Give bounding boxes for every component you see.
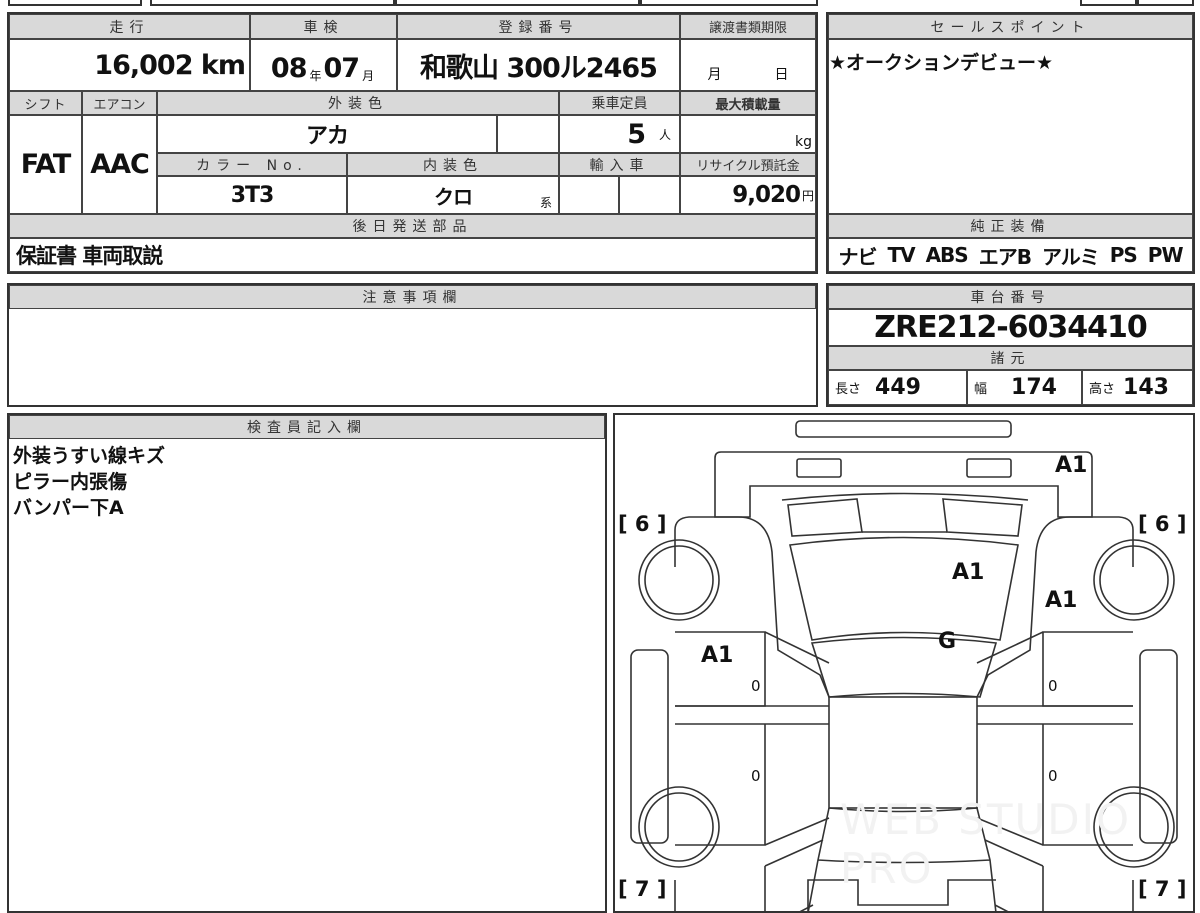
inspector-note: 外装うすい線キズ [13, 445, 166, 467]
interior-color-value: クロ 系 [347, 176, 559, 214]
color-no-header: カラー No. [157, 153, 347, 176]
inspector-note: ピラー内張傷 [13, 471, 128, 493]
equipment-item: エアB [978, 244, 1032, 269]
deadline-day: 日 [774, 67, 789, 83]
month-unit: 月 [362, 69, 374, 83]
max-load-header: 最大積載量 [680, 91, 816, 115]
length-label: 長さ [835, 382, 862, 397]
damage-mark-rear-glass: A1 [952, 560, 985, 585]
mileage-header: 走行 [9, 14, 250, 39]
inspector-notes: 外装うすい線キズ ピラー内張傷 バンパー下A [13, 443, 165, 521]
equipment-item: アルミ [1041, 244, 1100, 269]
chassis-number: ZRE212-6034410 [828, 309, 1193, 346]
inspection-year: 08 [270, 53, 308, 84]
damage-mark-right-quarter: A1 [1045, 588, 1078, 613]
tire-mark: 0 [751, 767, 761, 785]
capacity-header: 乗車定員 [559, 91, 680, 115]
mileage-unit: km [200, 49, 246, 81]
damage-mark-rear-bumper: A1 [1055, 453, 1088, 478]
max-load-value: kg [680, 115, 816, 153]
spec-length: 長さ 449 [828, 370, 967, 405]
top-strip-cell [640, 0, 818, 6]
corner-label-rear-left: [ 7 ] [618, 877, 667, 901]
top-strip-cell [150, 0, 395, 6]
later-parts-header: 後日発送部品 [9, 214, 816, 238]
equipment-header: 純正装備 [828, 214, 1193, 238]
inspection-month: 07 [323, 53, 361, 84]
transfer-deadline-header: 譲渡書類期限 [680, 14, 816, 39]
inspector-panel: 検査員記入欄 外装うすい線キズ ピラー内張傷 バンパー下A [7, 413, 607, 913]
sales-point-panel: セールスポイント ★オークションデビュー★ 純正装備 ナビ TV ABS エアB… [826, 12, 1195, 274]
later-parts-value: 保証書 車両取説 [9, 238, 816, 272]
top-strip-cell [1137, 0, 1194, 6]
equipment-item: PS [1109, 243, 1138, 267]
height-value: 143 [1123, 375, 1169, 400]
spec-height: 高さ 143 [1082, 370, 1193, 405]
spec-width: 幅 174 [967, 370, 1082, 405]
equipment-item: ABS [925, 243, 969, 267]
import-cell-a [559, 176, 619, 214]
height-label: 高さ [1089, 382, 1116, 397]
registration-header: 登録番号 [397, 14, 680, 39]
top-strip-cell [8, 0, 142, 6]
equipment-item: PW [1147, 243, 1184, 267]
length-value: 449 [875, 375, 921, 400]
tire-mark: 0 [1048, 767, 1058, 785]
equipment-item: ナビ [838, 244, 877, 269]
yen-unit: 円 [801, 188, 814, 203]
corner-label-rear-right: [ 7 ] [1138, 877, 1187, 901]
notes-panel: 注意事項欄 [7, 283, 818, 407]
shift-header: シフト [9, 91, 82, 115]
recycle-fee-value: 9,020 円 [680, 176, 816, 214]
corner-label-front-right: [ 6 ] [1138, 512, 1187, 536]
damage-diagram: WEB STUDIO PRO A1 A1 A1 G A1 0 0 0 0 [ 6… [613, 413, 1195, 913]
interior-color-header: 内装色 [347, 153, 559, 176]
import-cell-b [619, 176, 680, 214]
recycle-fee-number: 9,020 [732, 182, 801, 208]
transfer-deadline-value: 月日 [680, 39, 816, 91]
chassis-header: 車台番号 [828, 285, 1193, 309]
exterior-color-extra [497, 115, 559, 153]
equipment-list: ナビ TV ABS エアB アルミ PS PW [828, 238, 1193, 272]
deadline-month: 月 [707, 67, 722, 83]
sales-point-header: セールスポイント [828, 14, 1193, 39]
damage-mark-roof: G [938, 629, 957, 654]
registration-value: 和歌山 300ル2465 [397, 39, 680, 91]
capacity-number: 5 [627, 118, 646, 150]
interior-color-text: クロ [434, 184, 473, 209]
chassis-panel: 車台番号 ZRE212-6034410 諸元 長さ 449 幅 174 高さ 143 [826, 283, 1195, 407]
exterior-color-value: アカ [157, 115, 497, 153]
notes-header: 注意事項欄 [9, 285, 816, 309]
shift-value: FAT [9, 115, 82, 214]
import-header: 輸入車 [559, 153, 680, 176]
damage-mark-left-rear-door: A1 [701, 643, 734, 668]
tire-mark: 0 [751, 677, 761, 695]
mileage-value: 16,002 km [9, 39, 250, 91]
interior-color-suffix: 系 [539, 196, 552, 210]
corner-label-front-left: [ 6 ] [618, 512, 667, 536]
top-strip-cell [1080, 0, 1137, 6]
width-value: 174 [1011, 375, 1057, 400]
equipment-item: TV [887, 243, 915, 267]
mileage-number: 16,002 [94, 49, 193, 81]
color-no-value: 3T3 [157, 176, 347, 214]
sales-point-value: ★オークションデビュー★ [828, 39, 1193, 214]
inspection-header: 車検 [250, 14, 397, 39]
inspection-value: 08 年 07 月 [250, 39, 397, 91]
aircon-header: エアコン [82, 91, 157, 115]
width-label: 幅 [974, 382, 988, 397]
top-strip-cell [395, 0, 640, 6]
capacity-value: 5人 [559, 115, 680, 153]
exterior-color-header: 外装色 [157, 91, 559, 115]
inspector-header: 検査員記入欄 [9, 415, 605, 439]
specs-header: 諸元 [828, 346, 1193, 370]
tire-mark: 0 [1048, 677, 1058, 695]
inspector-note: バンパー下A [13, 497, 124, 519]
vehicle-info-table: 走行 車検 登録番号 譲渡書類期限 16,002 km 08 年 07 月 和歌山 3… [7, 12, 818, 274]
capacity-unit: 人 [658, 127, 671, 142]
recycle-fee-header: リサイクル預託金 [680, 153, 816, 176]
year-unit: 年 [309, 69, 321, 83]
aircon-value: AAC [82, 115, 157, 214]
